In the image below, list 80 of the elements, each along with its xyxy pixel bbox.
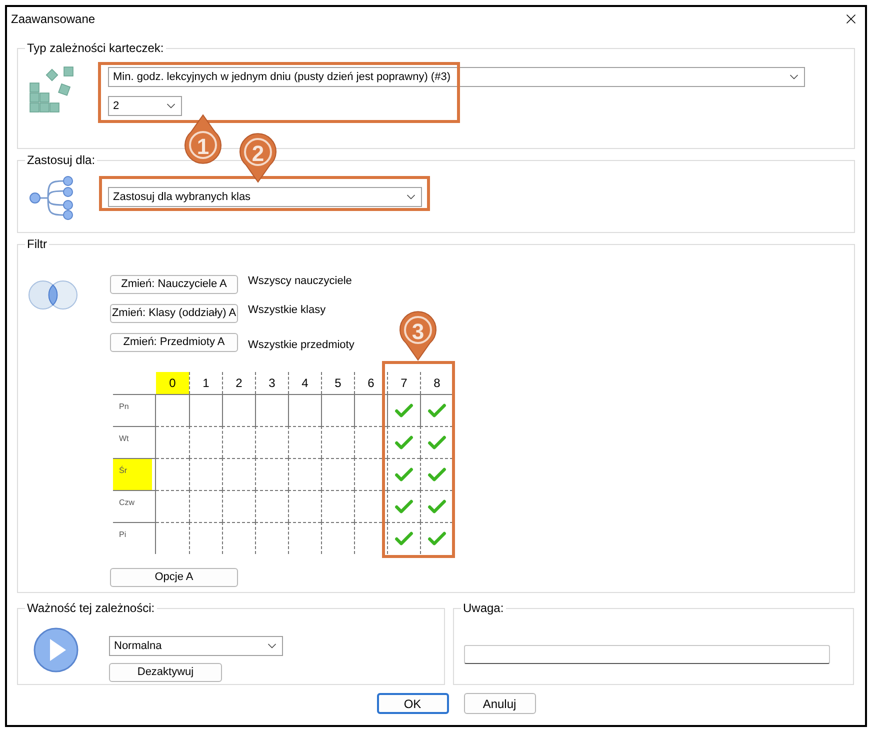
filter-value: Wszyscy nauczyciele [248, 274, 352, 289]
grid-cell[interactable] [222, 490, 255, 522]
grid-cell[interactable] [387, 522, 420, 554]
grid-cell[interactable] [420, 490, 453, 522]
row-header: Pn [118, 401, 130, 413]
dropdown[interactable]: Normalna [109, 636, 283, 656]
play-icon [33, 627, 79, 673]
grid-cell[interactable] [420, 458, 453, 490]
callout-marker: 3 [399, 311, 437, 361]
column-header: 2 [234, 375, 244, 392]
button[interactable]: Opcje A [110, 568, 238, 587]
grid-cell[interactable] [288, 522, 321, 554]
column-header: 7 [400, 375, 408, 392]
grid-cell[interactable] [255, 426, 288, 458]
column-header: 5 [334, 375, 342, 392]
grid-cell[interactable] [321, 490, 354, 522]
grid-cell[interactable] [189, 458, 222, 490]
window-title: Zaawansowane [11, 11, 96, 28]
callout-marker: 2 [239, 133, 277, 183]
grid-cell[interactable] [189, 522, 222, 554]
grid-cell[interactable] [387, 458, 420, 490]
grid-cell[interactable] [354, 458, 387, 490]
grid-cell[interactable] [288, 426, 321, 458]
grid-cell[interactable] [354, 426, 387, 458]
grid-cell[interactable] [189, 394, 222, 426]
row-header: Czw [118, 497, 136, 509]
grid-cell[interactable] [222, 426, 255, 458]
grid-cell[interactable] [387, 394, 420, 426]
grid-cell[interactable] [255, 394, 288, 426]
grid-cell[interactable] [354, 522, 387, 554]
grid-cell[interactable] [288, 490, 321, 522]
button[interactable]: Zmień: Przedmioty A [110, 333, 238, 352]
row-header: Wt [118, 433, 130, 445]
callout-marker: 1 [184, 114, 222, 164]
row-header: Śr [113, 459, 152, 490]
group-label: Zastosuj dla: [26, 152, 96, 169]
filter-value: Wszystkie klasy [248, 303, 326, 318]
grid-cell[interactable] [222, 522, 255, 554]
grid-cell[interactable] [321, 458, 354, 490]
group-label: Uwaga: [462, 600, 505, 617]
grid-cell[interactable] [255, 490, 288, 522]
group-label: Ważność tej zależności: [26, 600, 156, 617]
grid-cell[interactable] [288, 394, 321, 426]
venn-icon [28, 280, 78, 310]
grid-cell[interactable] [420, 394, 453, 426]
button[interactable]: Zmień: Nauczyciele A [110, 275, 238, 294]
button[interactable]: Dezaktywuj [109, 663, 222, 682]
grid-cell[interactable] [420, 426, 453, 458]
grid-cell[interactable] [387, 426, 420, 458]
grid-cell[interactable] [222, 394, 255, 426]
grid-cell[interactable] [420, 522, 453, 554]
grid-cell[interactable] [354, 394, 387, 426]
grid-cell[interactable] [321, 426, 354, 458]
column-header: 4 [300, 375, 310, 392]
row-header: Pi [118, 529, 128, 541]
column-header: 6 [366, 375, 376, 392]
group-label: Filtr [26, 236, 48, 253]
note-field[interactable] [464, 645, 830, 664]
grid-cell[interactable] [288, 458, 321, 490]
grid-cell[interactable] [255, 458, 288, 490]
grid-cell[interactable] [321, 394, 354, 426]
grid-cell[interactable] [189, 426, 222, 458]
dropdown[interactable]: 2 [108, 96, 182, 116]
dialog-button[interactable]: Anuluj [464, 693, 536, 714]
dropdown[interactable]: Min. godz. lekcyjnych w jednym dniu (pusty dzień jest poprawny) (#3) [108, 67, 805, 87]
dialog-button[interactable]: OK [376, 693, 448, 714]
grid-cell[interactable] [189, 490, 222, 522]
group-label: Typ zależności karteczek: [26, 40, 165, 57]
grid-cell[interactable] [222, 458, 255, 490]
grid-cell[interactable] [255, 522, 288, 554]
button[interactable]: Zmień: Klasy (oddziały) A [110, 304, 238, 323]
column-header: 0 [156, 372, 189, 394]
grid-cell[interactable] [321, 522, 354, 554]
column-header: 1 [202, 375, 210, 392]
dropdown[interactable]: Zastosuj dla wybranych klas [108, 187, 422, 207]
column-header: 3 [268, 375, 276, 392]
grid-cell[interactable] [387, 490, 420, 522]
column-header: 8 [432, 375, 442, 392]
grid-cell[interactable] [354, 490, 387, 522]
filter-value: Wszystkie przedmioty [248, 338, 354, 353]
